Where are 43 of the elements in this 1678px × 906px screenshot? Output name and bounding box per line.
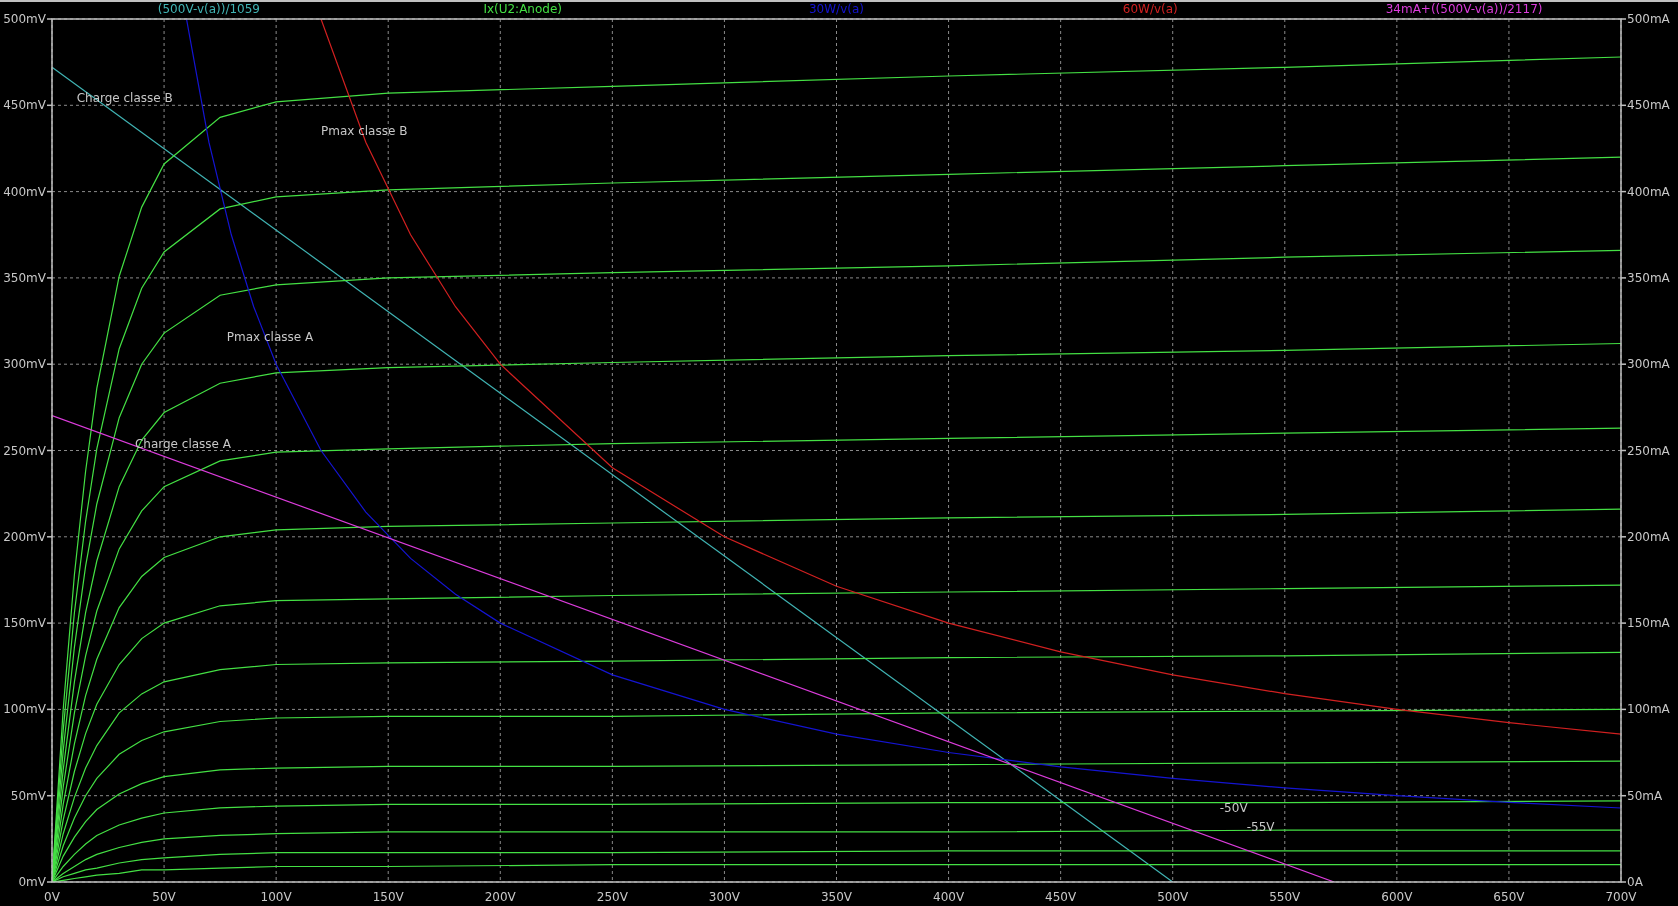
axis-label: 200V xyxy=(484,890,516,904)
axis-label: 300mV xyxy=(3,357,46,372)
trace-label: 34mA+((500V-v(a))/2117) xyxy=(1385,2,1543,16)
axis-label: 100mV xyxy=(3,702,46,717)
axis-label: 500V xyxy=(1157,890,1189,904)
axis-label: 400V xyxy=(933,890,965,904)
axis-label: 150mV xyxy=(3,616,46,631)
axis-label: 350mV xyxy=(3,270,46,285)
trace-label: (500V-v(a))/1059 xyxy=(157,2,260,16)
axis-label: 150mA xyxy=(1627,616,1670,631)
axis-label: 450mA xyxy=(1627,98,1670,113)
axis-label: 200mA xyxy=(1627,529,1670,544)
axis-label: 100V xyxy=(260,890,292,904)
axis-label: 0mV xyxy=(18,875,46,889)
axis-label: 0A xyxy=(1627,875,1643,889)
axis-label: 100mA xyxy=(1627,702,1670,717)
axis-label: 50mV xyxy=(10,788,46,803)
curve-label: -50V xyxy=(1219,800,1248,815)
axis-label: 650V xyxy=(1493,890,1525,904)
trace-label: 30W/v(a) xyxy=(809,2,864,16)
axis-label: 200mV xyxy=(3,529,46,544)
axis-label: 400mA xyxy=(1627,184,1670,199)
axis-label: 450V xyxy=(1045,890,1077,904)
trace-label: 60W/v(a) xyxy=(1122,2,1178,16)
axis-label: 150V xyxy=(372,890,404,904)
axis-label: 500mV xyxy=(3,13,46,26)
axis-label: 500mA xyxy=(1627,13,1670,26)
trace-label: Ix(U2:Anode) xyxy=(483,2,562,16)
axis-label: 250mV xyxy=(3,443,46,458)
axis-label: 250V xyxy=(596,890,628,904)
axis-label: 50V xyxy=(152,890,176,904)
axis-label: 50mA xyxy=(1627,788,1663,803)
axis-label: 400mV xyxy=(3,184,46,199)
axis-label: 600V xyxy=(1381,890,1413,904)
axis-label: 450mV xyxy=(3,98,46,113)
axis-label: 350V xyxy=(820,890,853,904)
axis-label: 250mA xyxy=(1627,443,1670,458)
axis-label: 700V xyxy=(1605,890,1637,904)
axis-label: 550V xyxy=(1269,890,1301,904)
axis-label: 300mA xyxy=(1627,357,1670,372)
axis-label: 350mA xyxy=(1627,270,1670,285)
axis-label: 300V xyxy=(708,890,740,904)
axis-label: 0V xyxy=(44,890,60,904)
